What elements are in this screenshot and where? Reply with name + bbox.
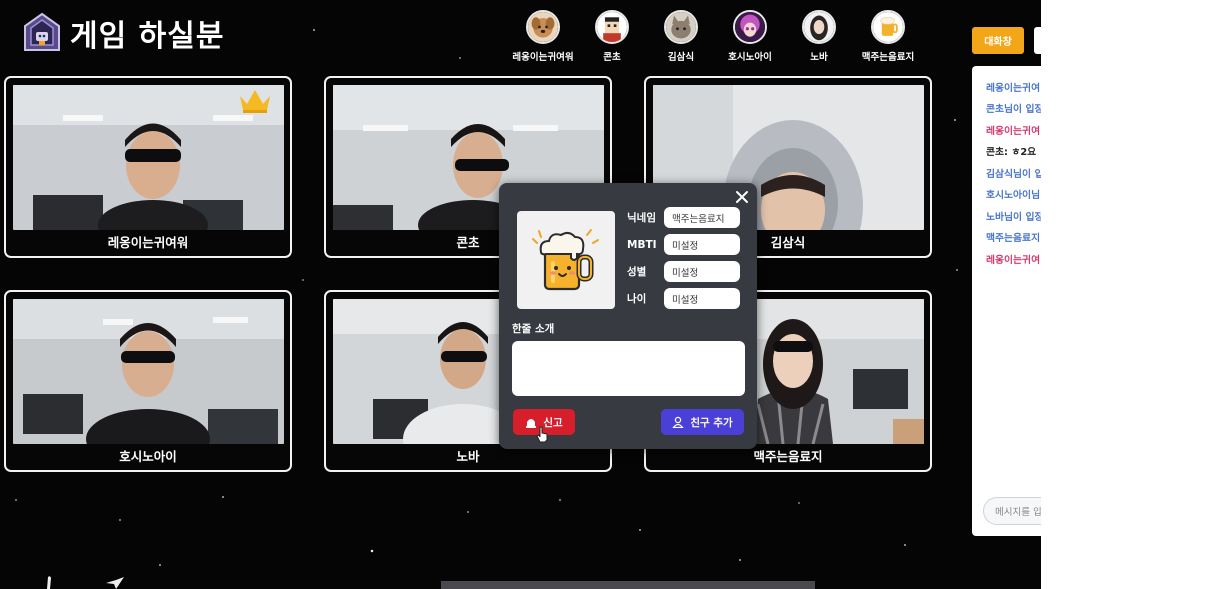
age-row: 나이 미설정: [627, 288, 740, 309]
player-item[interactable]: 맥주는음료지: [854, 10, 922, 63]
other-tab[interactable]: [1034, 27, 1041, 54]
game-stage: 게임 하실분 레옹이는귀여워 콘초 김삼식 호시노아이 노바 맥주는음료지 레옹…: [0, 0, 1041, 589]
tile-name: 레옹이는귀여워: [107, 235, 189, 250]
player-name: 콘초: [603, 52, 621, 63]
intro-field: [512, 341, 745, 396]
page-title: 게임 하실분: [70, 19, 225, 54]
player-name: 맥주는음료지: [861, 52, 915, 63]
house-emblem-icon: [24, 12, 60, 51]
video-tile[interactable]: 레옹이는귀여워: [4, 76, 292, 258]
pixel-character-icon: [595, 10, 629, 44]
chat-message: 노바님이 입장: [986, 212, 1041, 223]
add-friend-button[interactable]: 친구 추가: [661, 409, 744, 435]
profile-image: [517, 211, 615, 309]
chat-message: 레옹이는귀여: [986, 255, 1041, 266]
cat-avatar-icon: [664, 10, 698, 44]
anime-girl-avatar-icon: [733, 10, 767, 44]
gender-label: 성별: [627, 266, 647, 278]
mbti-label: MBTI: [627, 238, 657, 251]
chat-message: 콘초: ㅎ2요: [986, 147, 1037, 158]
chat-panel: 레옹이는귀여 콘초님이 입장 레옹이는귀여 콘초: ㅎ2요 김삼식님이 입 호시…: [972, 66, 1041, 536]
tile-name: 호시노아이: [119, 449, 177, 464]
chat-message: 호시노아이님: [986, 190, 1041, 201]
nickname-value: 맥주는음료지: [664, 207, 740, 228]
player-name: 김삼식: [667, 52, 695, 63]
age-value: 미설정: [664, 288, 740, 309]
mbti-value: 미설정: [664, 234, 740, 255]
player-name: 노바: [810, 52, 828, 63]
mbti-row: MBTI 미설정: [627, 234, 740, 255]
player-item[interactable]: 호시노아이: [716, 10, 784, 63]
chat-message: 레옹이는귀여: [986, 83, 1041, 94]
beer-mug-icon: [532, 229, 599, 291]
bottom-bar: [441, 581, 815, 589]
player-item[interactable]: 김삼식: [647, 10, 715, 63]
girl-avatar-icon: [802, 10, 836, 44]
beer-avatar-icon: [871, 10, 905, 44]
dog-avatar-icon: [526, 10, 560, 44]
logo: 게임 하실분: [22, 11, 224, 55]
video-tile[interactable]: 호시노아이: [4, 290, 292, 472]
add-friend-label: 친구 추가: [690, 416, 733, 429]
figure-icon: [47, 576, 51, 589]
age-label: 나이: [627, 293, 647, 305]
video-feed: [13, 299, 284, 444]
chat-message: 콘초님이 입장: [986, 104, 1041, 115]
arrow-icon: [106, 577, 124, 589]
intro-label: 한줄 소개: [512, 323, 555, 335]
chat-message: 김삼식님이 입: [986, 169, 1041, 180]
player-item[interactable]: 레옹이는귀여워: [509, 10, 577, 63]
player-name: 호시노아이: [728, 52, 772, 63]
nickname-label: 닉네임: [627, 212, 656, 224]
hand-cursor-icon: [536, 426, 548, 443]
player-item[interactable]: 콘초: [578, 10, 646, 63]
player-item[interactable]: 노바: [785, 10, 853, 63]
profile-modal: 닉네임 맥주는음료지 MBTI 미설정 성별 미설정 나이 미설정 한줄 소개 …: [499, 183, 757, 449]
user-icon: [672, 416, 685, 428]
chat-message: 레옹이는귀여: [986, 126, 1041, 137]
gender-row: 성별 미설정: [627, 261, 740, 282]
chat-message: 맥주는음료지: [986, 233, 1041, 244]
player-name: 레옹이는귀여워: [512, 52, 574, 63]
gender-value: 미설정: [664, 261, 740, 282]
crown-icon: [240, 90, 270, 113]
chat-tab[interactable]: 대화창: [972, 27, 1024, 54]
nickname-row: 닉네임 맥주는음료지: [627, 207, 740, 228]
close-icon[interactable]: [734, 189, 750, 205]
player-list: 레옹이는귀여워 콘초 김삼식 호시노아이 노바 맥주는음료지: [509, 10, 923, 63]
message-input[interactable]: 메시지를 입: [983, 497, 1041, 525]
